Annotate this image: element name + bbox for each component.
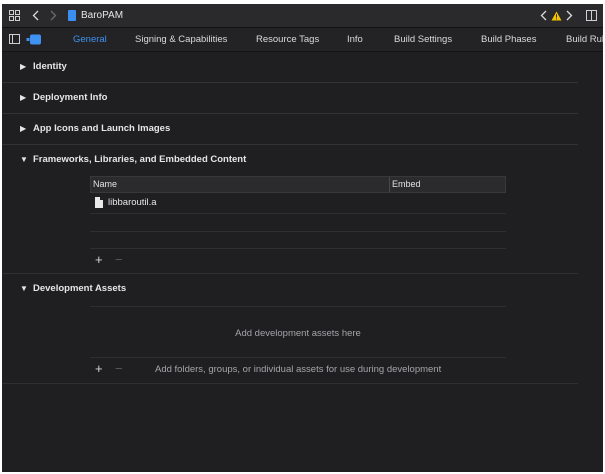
tab-info[interactable]: Info	[347, 28, 363, 51]
disclosure-open-icon[interactable]: ▼	[20, 145, 28, 175]
xcode-window: BaroPAM General Signing & Capabilities R…	[2, 4, 603, 472]
assets-divider	[90, 306, 506, 307]
remove-asset-button[interactable]: −	[115, 362, 123, 376]
row-divider	[90, 231, 506, 232]
sidebar-toggle-icon[interactable]	[9, 28, 20, 52]
column-divider[interactable]	[389, 177, 390, 192]
column-header-name[interactable]: Name	[93, 177, 117, 192]
tab-general[interactable]: General	[73, 28, 107, 51]
section-divider	[2, 383, 578, 384]
file-icon	[68, 10, 76, 21]
table-header: Name Embed	[90, 176, 506, 193]
table-footer-divider	[90, 248, 506, 249]
tab-signing-capabilities[interactable]: Signing & Capabilities	[135, 28, 227, 51]
disclosure-closed-icon[interactable]: ▶	[20, 83, 26, 113]
tab-build-rules[interactable]: Build Rule	[566, 28, 603, 51]
add-asset-button[interactable]: +	[95, 362, 103, 376]
jump-bar: BaroPAM	[2, 4, 603, 28]
section-frameworks[interactable]: ▼ Frameworks, Libraries, and Embedded Co…	[2, 145, 578, 175]
split-panel-icon[interactable]	[586, 4, 597, 29]
section-app-icons[interactable]: ▶ App Icons and Launch Images	[2, 114, 578, 145]
row-divider	[90, 213, 506, 214]
chevron-left-icon[interactable]	[32, 4, 39, 29]
document-icon	[95, 197, 103, 208]
tab-build-phases[interactable]: Build Phases	[481, 28, 536, 51]
target-icon[interactable]	[26, 28, 42, 53]
general-editor: ▶ Identity ▶ Deployment Info ▶ App Icons…	[2, 52, 603, 472]
warning-icon[interactable]	[551, 4, 562, 29]
section-title: Development Assets	[33, 283, 127, 294]
assets-divider	[90, 357, 506, 358]
disclosure-closed-icon[interactable]: ▶	[20, 52, 26, 82]
column-header-embed[interactable]: Embed	[392, 177, 421, 192]
tab-build-settings[interactable]: Build Settings	[394, 28, 452, 51]
assets-placeholder-text: Add development assets here	[235, 328, 361, 339]
file-name[interactable]: BaroPAM	[81, 4, 123, 27]
section-title: App Icons and Launch Images	[33, 123, 171, 134]
issue-next-icon[interactable]	[566, 4, 573, 29]
section-identity[interactable]: ▶ Identity	[2, 52, 578, 83]
section-title: Frameworks, Libraries, and Embedded Cont…	[33, 154, 247, 165]
disclosure-closed-icon[interactable]: ▶	[20, 114, 26, 144]
editor-tab-bar: General Signing & Capabilities Resource …	[2, 28, 603, 52]
assets-hint-text: Add folders, groups, or individual asset…	[155, 364, 442, 375]
disclosure-open-icon[interactable]: ▼	[20, 274, 28, 304]
add-framework-button[interactable]: +	[95, 253, 103, 267]
remove-framework-button[interactable]: −	[115, 253, 123, 267]
section-title: Deployment Info	[33, 92, 108, 103]
chevron-right-icon[interactable]	[50, 4, 57, 29]
framework-name: libbaroutil.a	[108, 197, 157, 208]
grid-icon[interactable]	[9, 4, 20, 29]
table-row[interactable]: libbaroutil.a	[90, 194, 506, 212]
section-deployment-info[interactable]: ▶ Deployment Info	[2, 83, 578, 114]
section-title: Identity	[33, 61, 67, 72]
tab-resource-tags[interactable]: Resource Tags	[256, 28, 319, 51]
frameworks-table: Name Embed libbaroutil.a	[90, 176, 506, 246]
issue-prev-icon[interactable]	[540, 4, 547, 29]
section-development-assets[interactable]: ▼ Development Assets	[2, 274, 578, 304]
